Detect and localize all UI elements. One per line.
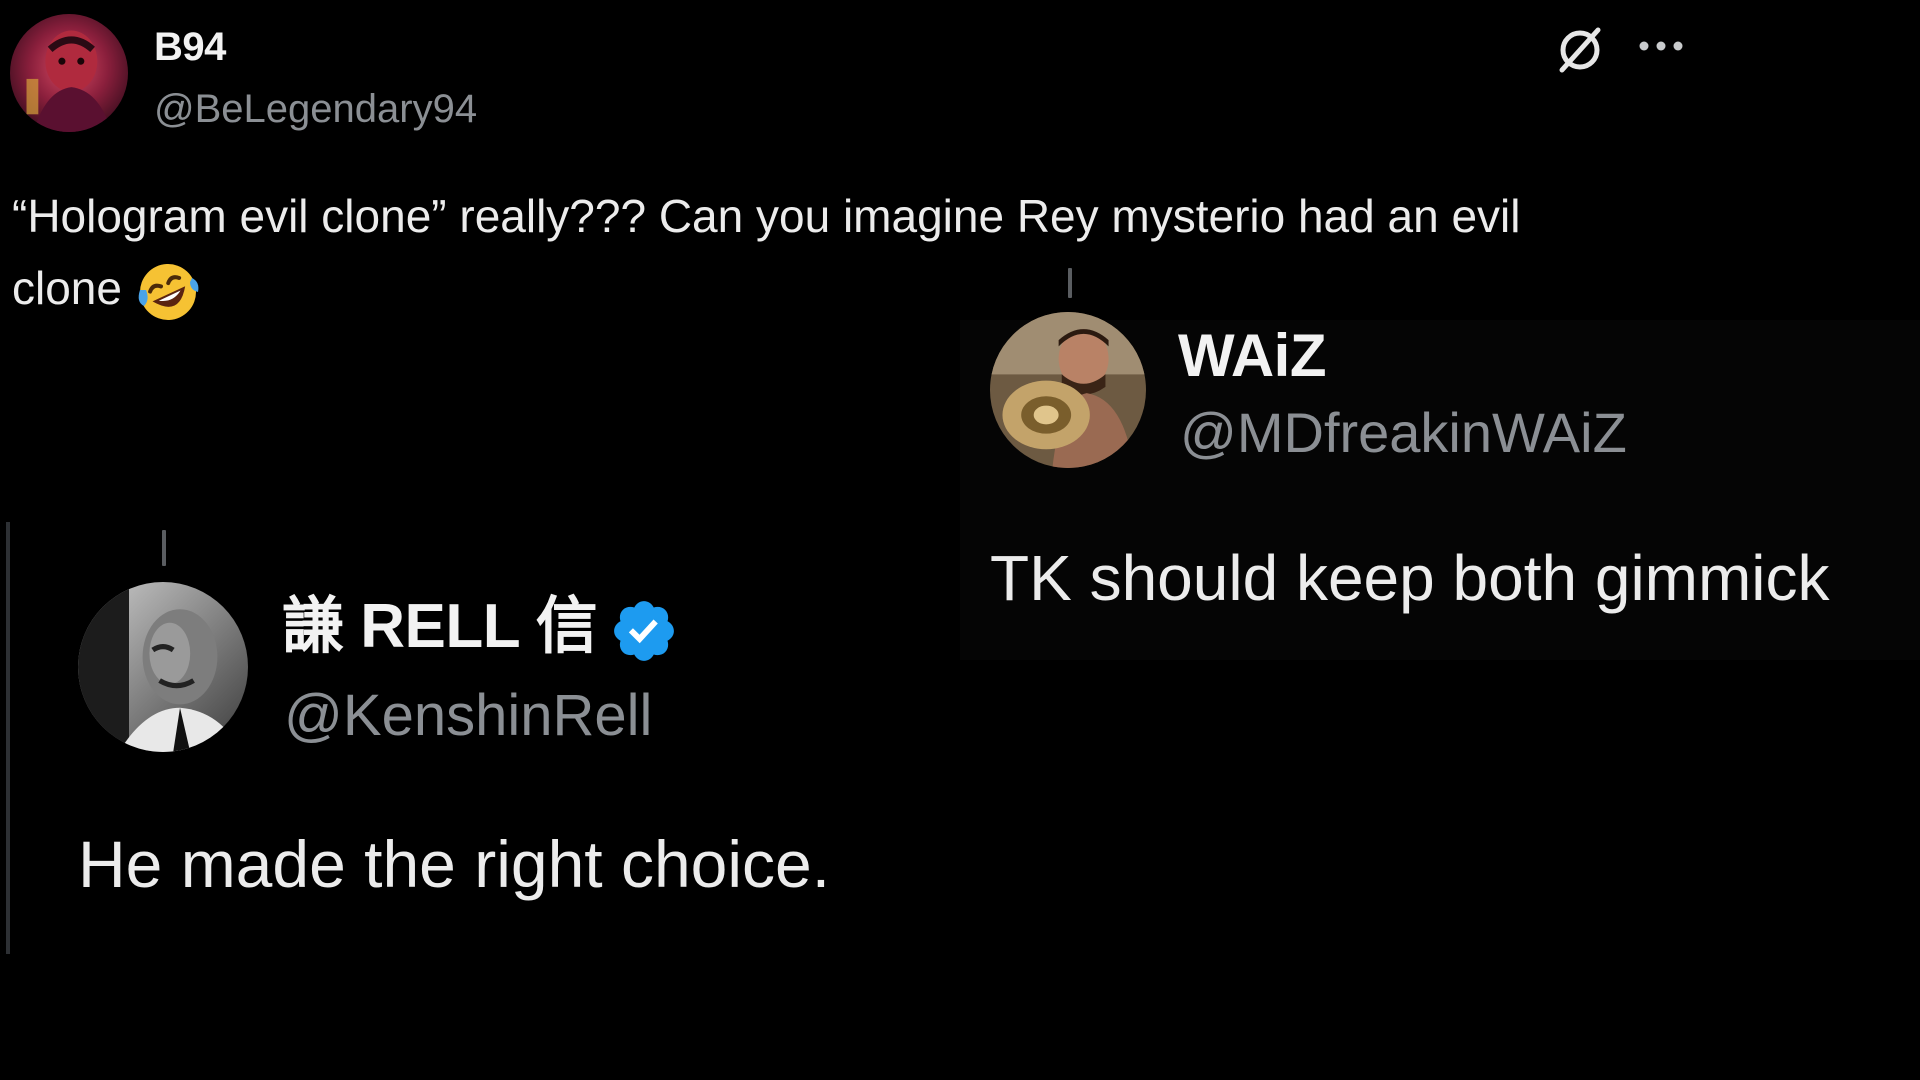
tweet-text-b94-line2-text: clone bbox=[12, 262, 122, 314]
display-name-waiz[interactable]: WAiZ bbox=[1178, 322, 1326, 390]
verified-badge-icon bbox=[609, 596, 679, 666]
tweet-text-b94-line2: clone bbox=[12, 256, 200, 324]
thread-line-left bbox=[6, 522, 10, 954]
tweet-text-b94-line1: “Hologram evil clone” really??? Can you … bbox=[12, 190, 1521, 242]
more-options-icon[interactable] bbox=[1636, 38, 1686, 54]
handle-rell[interactable]: @KenshinRell bbox=[284, 682, 652, 750]
tweet-text-waiz: TK should keep both gimmick bbox=[990, 542, 1830, 614]
grok-icon[interactable] bbox=[1554, 24, 1606, 76]
avatar-b94[interactable] bbox=[10, 14, 128, 132]
thread-connector-waiz bbox=[1068, 268, 1072, 298]
display-name-rell[interactable]: 謙 RELL 信 bbox=[282, 588, 679, 666]
display-name-b94[interactable]: B94 bbox=[154, 24, 226, 70]
thread-connector-rell bbox=[162, 530, 166, 566]
screenshot-canvas: B94 @BeLegendary94 “Hologram evil clone”… bbox=[0, 0, 1920, 1080]
handle-waiz[interactable]: @MDfreakinWAiZ bbox=[1180, 400, 1627, 466]
avatar-b94-image bbox=[10, 14, 128, 132]
avatar-waiz[interactable] bbox=[990, 312, 1146, 468]
avatar-waiz-image bbox=[990, 312, 1146, 468]
tweet-text-rell: He made the right choice. bbox=[78, 827, 831, 901]
avatar-rell[interactable] bbox=[78, 582, 248, 752]
rolling-laughing-emoji-icon bbox=[136, 260, 200, 324]
display-name-rell-text: 謙 RELL 信 bbox=[282, 592, 598, 661]
avatar-rell-image bbox=[78, 582, 248, 752]
handle-b94[interactable]: @BeLegendary94 bbox=[154, 86, 477, 132]
